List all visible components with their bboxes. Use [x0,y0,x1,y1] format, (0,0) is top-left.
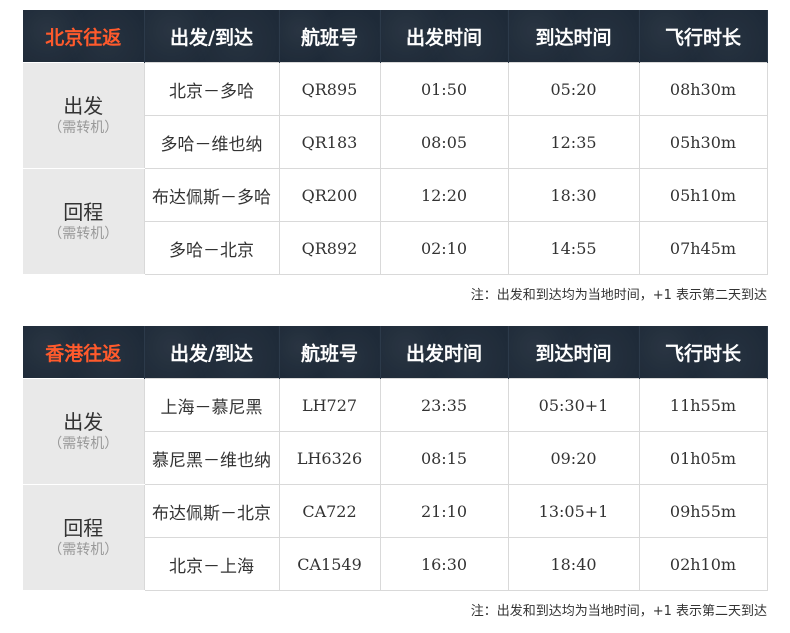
arrive-time-cell: 18:40 [507,537,640,591]
arrive-time-cell: 05:30+1 [507,378,640,432]
depart-time-cell: 12:20 [379,168,509,222]
table-header-row: 香港往返 出发/到达 航班号 出发时间 到达时间 飞行时长 [23,326,768,379]
leg-label: 回程 [63,199,104,224]
route-cell: 上海－慕尼黑 [143,378,280,432]
route-cell: 布达佩斯－多哈 [143,168,280,222]
transfer-note: （需转机） [48,119,119,136]
table-row: 出发 （需转机） 上海－慕尼黑 LH727 23:35 05:30+1 11h5… [23,378,768,485]
flight-number-cell: CA722 [278,484,381,538]
depart-time-cell: 08:15 [379,431,509,485]
footnote: 注：出发和到达均为当地时间，+1 表示第二天到达 [470,288,767,303]
route-title: 香港往返 [23,326,145,379]
route-cell: 多哈－维也纳 [143,115,280,169]
transfer-note: （需转机） [48,435,119,452]
leg-cell-outbound: 出发 （需转机） [23,62,145,169]
depart-time-cell: 08:05 [379,115,509,169]
header-arrive: 到达时间 [508,10,640,63]
depart-time-cell: 02:10 [379,221,509,275]
route-cell: 多哈－北京 [143,221,280,275]
header-arrive: 到达时间 [508,326,640,379]
duration-cell: 05h30m [638,115,768,169]
flight-table-section-beijing: 北京往返 出发/到达 航班号 出发时间 到达时间 飞行时长 出发 （需转机） 北… [23,10,768,275]
depart-time-cell: 23:35 [379,378,509,432]
header-depart: 出发时间 [380,326,509,379]
arrive-time-cell: 13:05+1 [507,484,640,538]
header-depart: 出发时间 [380,10,509,63]
arrive-time-cell: 09:20 [507,431,640,485]
table-row: 出发 （需转机） 北京－多哈 QR895 01:50 05:20 08h30m [23,62,768,169]
route-cell: 慕尼黑－维也纳 [143,431,280,485]
arrive-time-cell: 12:35 [507,115,640,169]
route-cell: 北京－多哈 [143,62,280,116]
flight-table-section-hongkong: 香港往返 出发/到达 航班号 出发时间 到达时间 飞行时长 出发 （需转机） 上… [23,326,768,591]
arrive-time-cell: 14:55 [507,221,640,275]
flight-number-cell: QR183 [278,115,381,169]
flight-number-cell: LH6326 [278,431,381,485]
leg-label: 回程 [63,515,104,540]
leg-cell-return: 回程 （需转机） [23,484,145,591]
flight-number-cell: QR200 [278,168,381,222]
leg-cell-return: 回程 （需转机） [23,168,145,275]
flight-table: 北京往返 出发/到达 航班号 出发时间 到达时间 飞行时长 出发 （需转机） 北… [23,10,768,275]
flight-table: 香港往返 出发/到达 航班号 出发时间 到达时间 飞行时长 出发 （需转机） 上… [23,326,768,591]
header-flight: 航班号 [279,10,381,63]
flight-number-cell: QR895 [278,62,381,116]
leg-cell-outbound: 出发 （需转机） [23,378,145,485]
route-title: 北京往返 [23,10,145,63]
table-header-row: 北京往返 出发/到达 航班号 出发时间 到达时间 飞行时长 [23,10,768,63]
flight-number-cell: QR892 [278,221,381,275]
route-cell: 布达佩斯－北京 [143,484,280,538]
transfer-note: （需转机） [48,225,119,242]
duration-cell: 02h10m [638,537,768,591]
duration-cell: 07h45m [638,221,768,275]
duration-cell: 08h30m [638,62,768,116]
leg-label: 出发 [63,409,104,434]
table-row: 回程 （需转机） 布达佩斯－多哈 QR200 12:20 18:30 05h10… [23,168,768,275]
header-duration: 飞行时长 [639,326,768,379]
duration-cell: 05h10m [638,168,768,222]
table-row: 回程 （需转机） 布达佩斯－北京 CA722 21:10 13:05+1 09h… [23,484,768,591]
transfer-note: （需转机） [48,541,119,558]
flight-number-cell: LH727 [278,378,381,432]
depart-time-cell: 16:30 [379,537,509,591]
leg-label: 出发 [63,93,104,118]
header-duration: 飞行时长 [639,10,768,63]
depart-time-cell: 21:10 [379,484,509,538]
arrive-time-cell: 18:30 [507,168,640,222]
arrive-time-cell: 05:20 [507,62,640,116]
header-route: 出发/到达 [144,326,280,379]
footnote: 注：出发和到达均为当地时间，+1 表示第二天到达 [470,604,767,619]
header-route: 出发/到达 [144,10,280,63]
header-flight: 航班号 [279,326,381,379]
depart-time-cell: 01:50 [379,62,509,116]
route-cell: 北京－上海 [143,537,280,591]
duration-cell: 11h55m [638,378,768,432]
duration-cell: 09h55m [638,484,768,538]
duration-cell: 01h05m [638,431,768,485]
flight-number-cell: CA1549 [278,537,381,591]
